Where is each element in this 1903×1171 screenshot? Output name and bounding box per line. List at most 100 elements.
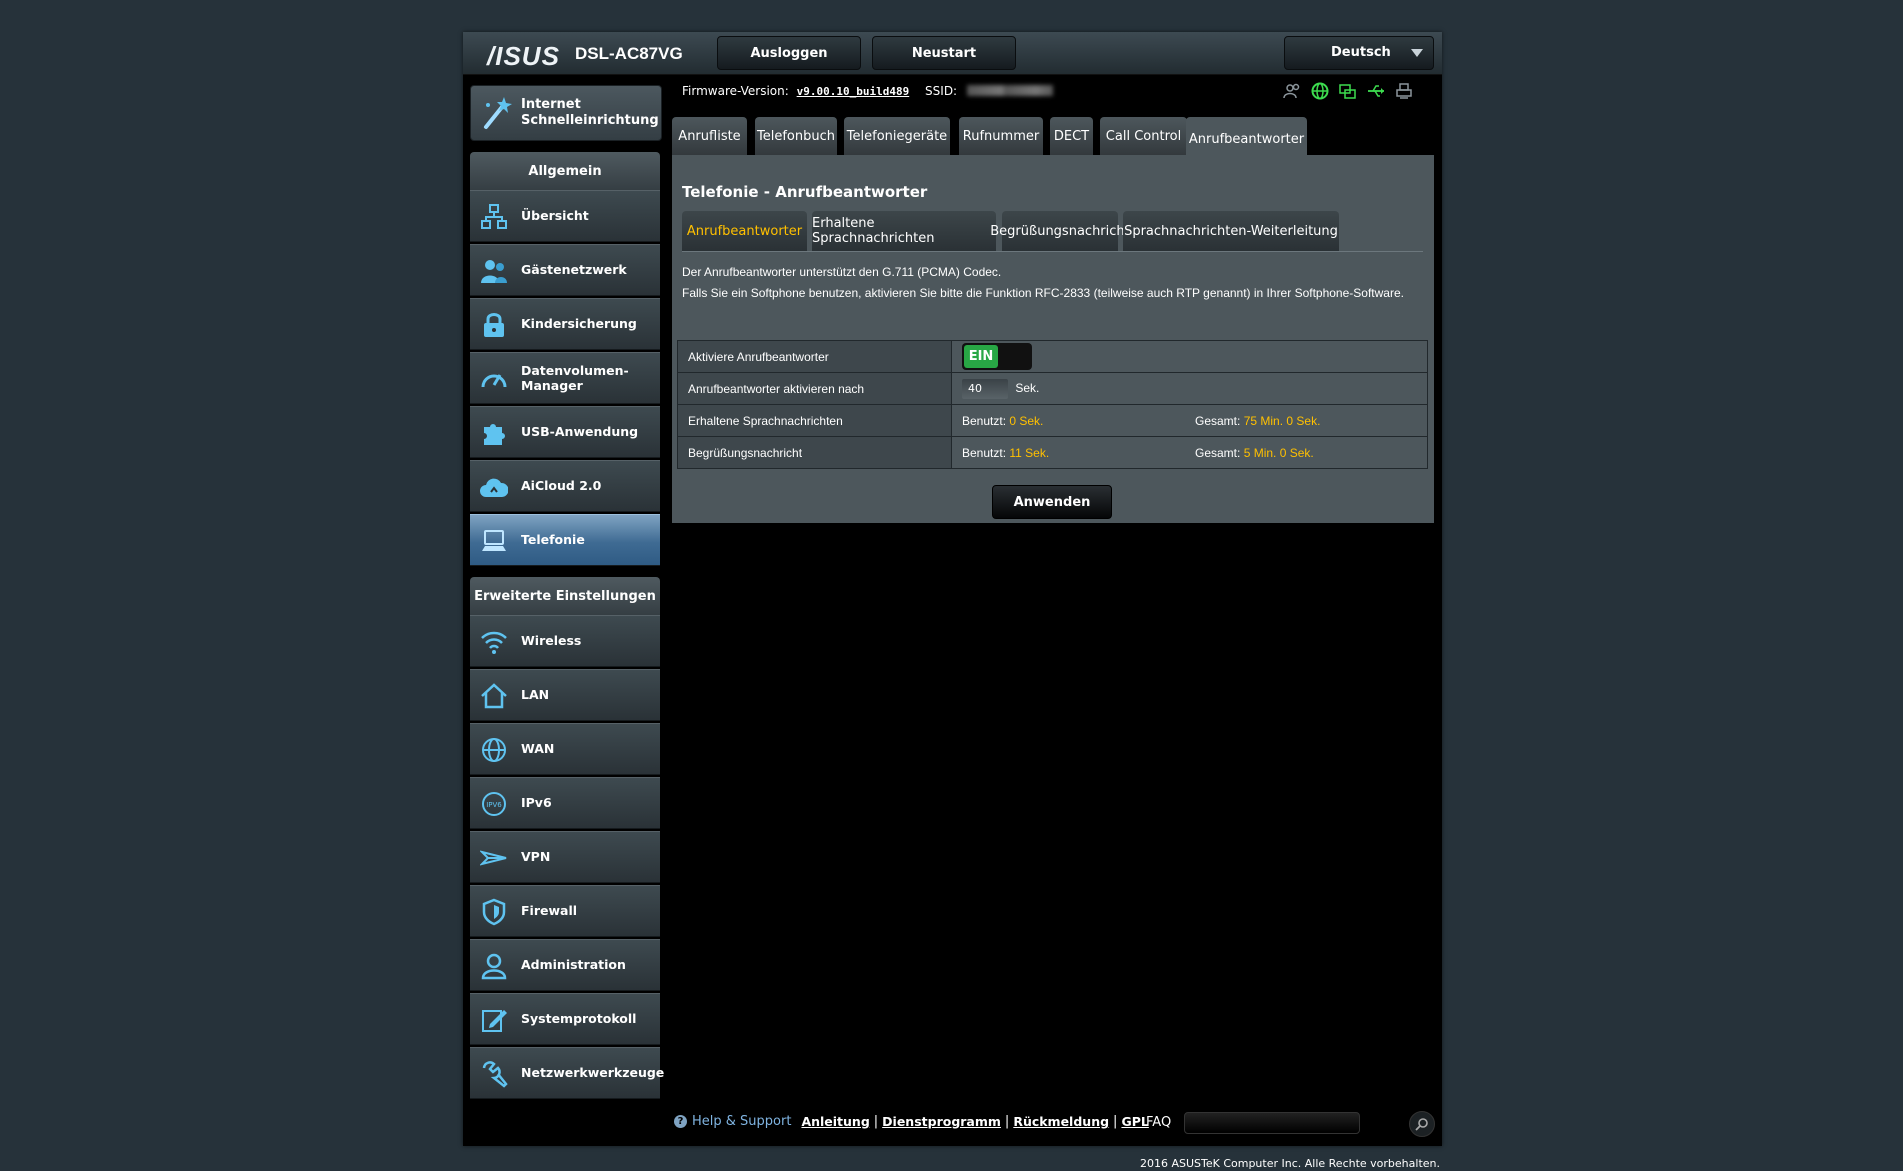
feedback-link[interactable]: Rückmeldung	[1013, 1114, 1109, 1129]
sidebar-item-usb-application[interactable]: USB-Anwendung	[470, 406, 660, 458]
description-line-2: Falls Sie ein Softphone benutzen, aktivi…	[682, 286, 1404, 300]
used-value: 0 Sek.	[1009, 414, 1044, 428]
language-select[interactable]: Deutsch	[1284, 36, 1434, 70]
settings-table: Aktiviere Anrufbeantworter EIN Anrufbean…	[677, 340, 1428, 469]
total-label: Gesamt:	[1195, 446, 1241, 460]
description-line-1: Der Anrufbeantworter unterstützt den G.7…	[682, 265, 1002, 279]
sidebar-item-wireless[interactable]: Wireless	[470, 615, 660, 667]
admin-user-icon	[481, 953, 507, 980]
ipv6-icon: IPV6	[482, 792, 506, 816]
faq-search-input[interactable]	[1184, 1112, 1360, 1134]
tab-call-control[interactable]: Call Control	[1100, 117, 1187, 155]
sidebar-item-label: Telefonie	[521, 532, 585, 547]
sidebar-item-administration[interactable]: Administration	[470, 939, 660, 991]
content-panel: Telefonie - Anrufbeantworter Anrufbeantw…	[672, 155, 1434, 523]
general-section-header: Allgemein	[470, 152, 660, 190]
usb-icon[interactable]	[1367, 82, 1385, 100]
internet-globe-icon[interactable]	[1311, 82, 1329, 100]
total-value: 75 Min. 0 Sek.	[1243, 414, 1321, 428]
sidebar-item-network-tools[interactable]: Netzwerkwerkzeuge	[470, 1047, 664, 1099]
sidebar-item-vpn[interactable]: VPN	[470, 831, 660, 883]
manual-link[interactable]: Anleitung	[801, 1114, 869, 1129]
tab-telephony-devices[interactable]: Telefoniegeräte	[844, 117, 950, 155]
used-label: Benutzt:	[962, 414, 1007, 428]
svg-text:IPV6: IPV6	[486, 801, 502, 809]
shield-icon	[482, 898, 506, 926]
total-label: Gesamt:	[1195, 414, 1241, 428]
telephony-icon	[482, 530, 506, 551]
globe-icon	[482, 738, 506, 762]
subtab-divider	[682, 251, 1423, 252]
users-icon[interactable]	[1283, 82, 1301, 100]
parental-lock-icon	[484, 313, 504, 337]
subtab-greeting-message[interactable]: Begrüßungsnachricht	[990, 211, 1130, 251]
firmware-version-link[interactable]: v9.00.10_build489	[797, 85, 910, 98]
used-label: Benutzt:	[962, 446, 1007, 460]
gpl-link[interactable]: GPL	[1121, 1114, 1148, 1129]
sidebar-item-label: Gästenetzwerk	[521, 262, 627, 277]
asus-logo: /ISUS	[487, 41, 560, 71]
faq-label: FAQ	[1146, 1115, 1172, 1130]
sidebar-item-aicloud[interactable]: AiCloud 2.0	[470, 460, 660, 512]
magic-wand-icon	[484, 97, 512, 129]
delay-seconds-input[interactable]	[962, 378, 1008, 399]
sidebar-item-label: WAN	[521, 741, 555, 756]
sidebar-item-system-log[interactable]: Systemprotokoll	[470, 993, 660, 1045]
chevron-down-icon	[1411, 49, 1423, 57]
sidebar-item-label: Administration	[521, 957, 626, 972]
network-devices-icon[interactable]	[1339, 82, 1357, 100]
home-icon	[481, 683, 507, 709]
subtab-received-messages[interactable]: Erhaltene Sprachnachrichten	[812, 211, 996, 251]
network-map-icon	[481, 204, 507, 229]
logout-button[interactable]: Ausloggen	[717, 36, 861, 70]
advanced-section-header: Erweiterte Einstellungen	[470, 577, 660, 615]
table-row: Aktiviere Anrufbeantworter EIN	[677, 340, 1428, 373]
tab-phonebook[interactable]: Telefonbuch	[755, 117, 837, 155]
tab-call-list[interactable]: Anrufliste	[672, 117, 747, 155]
tab-dect[interactable]: DECT	[1050, 117, 1093, 155]
reboot-button[interactable]: Neustart	[872, 36, 1016, 70]
search-icon	[1415, 1118, 1428, 1131]
subtab-answering-machine[interactable]: Anrufbeantworter	[682, 211, 807, 251]
copyright-text: 2016 ASUSTeK Computer Inc. Alle Rechte v…	[1139, 1157, 1440, 1170]
tab-phone-number[interactable]: Rufnummer	[959, 117, 1043, 155]
sidebar-item-label: Netzwerkwerkzeuge	[521, 1065, 665, 1080]
apply-button[interactable]: Anwenden	[992, 485, 1112, 519]
firmware-info-bar: Firmware-Version: v9.00.10_build489 SSID…	[682, 84, 1053, 98]
vpn-icon	[480, 850, 507, 866]
table-row: Begrüßungsnachricht Benutzt: 11 Sek. Ges…	[677, 436, 1428, 469]
sidebar-item-parental-control[interactable]: Kindersicherung	[470, 298, 660, 350]
log-edit-icon	[482, 1010, 507, 1032]
printer-icon[interactable]	[1395, 82, 1413, 100]
sidebar-item-telephony[interactable]: Telefonie	[470, 514, 660, 566]
sidebar-item-traffic-manager[interactable]: Datenvolumen-Manager	[470, 352, 660, 404]
sidebar-item-label: USB-Anwendung	[521, 424, 639, 439]
subtab-message-forwarding[interactable]: Sprachnachrichten-Weiterleitung	[1123, 211, 1339, 251]
ssid-label: SSID:	[925, 84, 958, 98]
answering-machine-toggle[interactable]: EIN	[962, 343, 1032, 370]
speedometer-icon	[481, 374, 507, 388]
activate-label: Aktiviere Anrufbeantworter	[677, 340, 952, 373]
help-icon: ?	[674, 1115, 687, 1128]
sidebar-item-wan[interactable]: WAN	[470, 723, 660, 775]
sidebar-item-overview[interactable]: Übersicht	[470, 190, 660, 242]
wifi-icon	[481, 631, 507, 654]
ssid-value-blurred	[966, 85, 1053, 96]
sidebar-item-label: LAN	[521, 687, 550, 702]
faq-search-button[interactable]	[1409, 1111, 1435, 1137]
used-value: 11 Sek.	[1009, 446, 1050, 460]
sidebar-item-ipv6[interactable]: IPV6 IPv6	[470, 777, 660, 829]
sidebar-item-lan[interactable]: LAN	[470, 669, 660, 721]
quick-internet-setup-button[interactable]: Internet Schnelleinrichtung	[470, 85, 662, 141]
sidebar-item-label: AiCloud 2.0	[521, 478, 602, 493]
status-icons	[1283, 82, 1413, 100]
sidebar-item-guest-network[interactable]: Gästenetzwerk	[470, 244, 660, 296]
sidebar-item-label: Übersicht	[521, 208, 589, 223]
delay-label: Anrufbeantworter aktivieren nach	[677, 372, 952, 405]
sidebar-item-firewall[interactable]: Firewall	[470, 885, 660, 937]
utility-link[interactable]: Dienstprogramm	[882, 1114, 1001, 1129]
sidebar-item-label: Datenvolumen-Manager	[521, 363, 629, 393]
sidebar-item-label: VPN	[521, 849, 551, 864]
language-value: Deutsch	[1331, 45, 1391, 60]
puzzle-icon	[484, 424, 505, 445]
